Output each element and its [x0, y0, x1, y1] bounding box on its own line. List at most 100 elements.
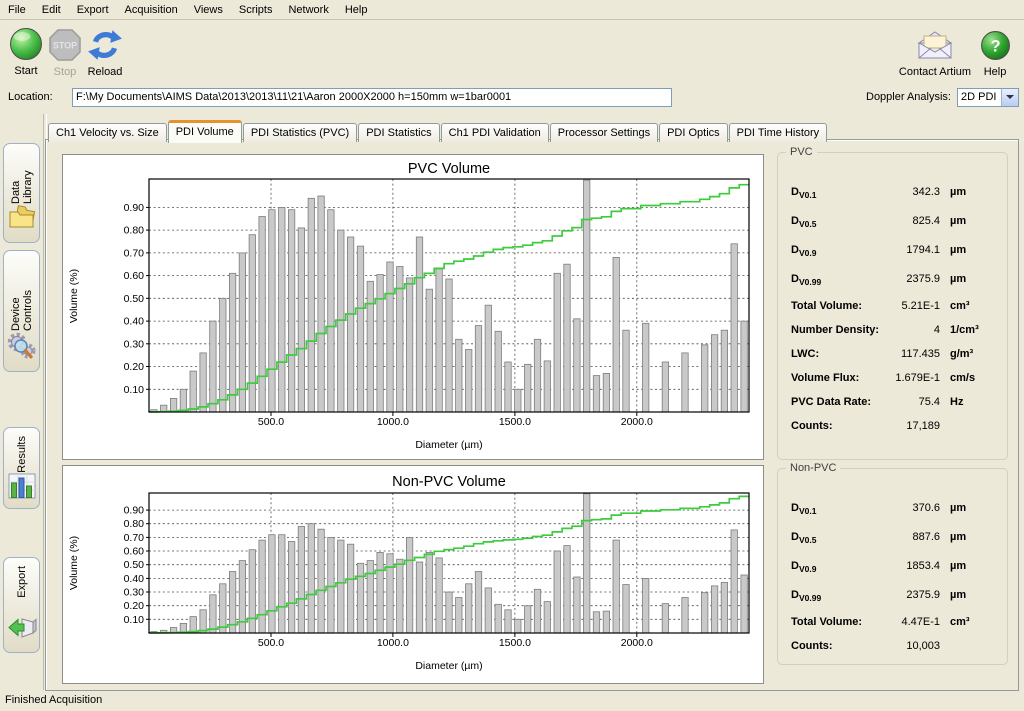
sidebar-item-device-controls[interactable]: Device Controls [3, 250, 40, 372]
chevron-down-icon[interactable] [1001, 89, 1018, 106]
svg-text:2000.0: 2000.0 [621, 637, 653, 649]
help-icon: ? [980, 26, 1011, 64]
stat-row: Total Volume:5.21E-1cm³ [778, 294, 1007, 318]
location-path: F:\My Documents\AIMS Data\2013\2013\11\2… [76, 91, 511, 103]
stat-value: 4.47E-1 [840, 610, 940, 634]
svg-text:0.10: 0.10 [124, 614, 145, 626]
tab-strip: Ch1 Velocity vs. SizePDI VolumePDI Stati… [48, 119, 828, 140]
pvc-stats-list: DV0.1342.3µmDV0.5825.4µmDV0.91794.1µmDV0… [778, 153, 1007, 438]
menu-item-help[interactable]: Help [337, 1, 376, 18]
chart-title: PVC Volume [408, 161, 490, 177]
stat-unit: µm [950, 494, 966, 523]
stat-label: DV0.1 [791, 494, 816, 526]
stop-icon: STOP [48, 26, 82, 64]
tab-pdi-optics[interactable]: PDI Optics [659, 123, 728, 142]
tab-pdi-time-history[interactable]: PDI Time History [729, 123, 828, 142]
stat-unit: cm³ [950, 294, 970, 318]
stat-value: 4 [840, 318, 940, 342]
reload-button-label: Reload [88, 66, 123, 78]
pvc-volume-chart: 0.100.200.300.400.500.600.700.800.90500.… [62, 154, 764, 460]
tab-ch1-velocity-vs-size[interactable]: Ch1 Velocity vs. Size [48, 123, 167, 142]
menu-item-scripts[interactable]: Scripts [231, 1, 281, 18]
tab-pdi-statistics-pvc[interactable]: PDI Statistics (PVC) [243, 123, 357, 142]
sidebar-item-label: Data Library [10, 152, 34, 204]
svg-text:500.0: 500.0 [258, 416, 284, 428]
location-row: Location: F:\My Documents\AIMS Data\2013… [0, 86, 1024, 112]
y-axis-label: Volume (%) [68, 269, 80, 323]
menu-bar: FileEditExportAcquisitionViewsScriptsNet… [0, 0, 1024, 20]
stat-value: 2375.9 [840, 581, 940, 610]
tab-page-pdi-volume: 0.100.200.300.400.500.600.700.800.90500.… [45, 139, 1019, 691]
stat-label: Counts: [791, 634, 833, 658]
menu-item-export[interactable]: Export [69, 1, 117, 18]
stat-row: Counts: 10,003 [778, 634, 1007, 658]
svg-text:0.60: 0.60 [124, 270, 145, 282]
location-input[interactable]: F:\My Documents\AIMS Data\2013\2013\11\2… [72, 88, 672, 107]
tab-processor-settings[interactable]: Processor Settings [550, 123, 658, 142]
menu-item-network[interactable]: Network [280, 1, 336, 18]
reload-button[interactable]: Reload [86, 26, 124, 78]
tab-ch1-pdi-validation[interactable]: Ch1 PDI Validation [441, 123, 549, 142]
svg-text:0.50: 0.50 [124, 559, 145, 571]
help-button[interactable]: ? Help [978, 26, 1012, 78]
envelope-icon [916, 26, 954, 64]
application-window: FileEditExportAcquisitionViewsScriptsNet… [0, 0, 1024, 711]
stat-row: DV0.5825.4µm [778, 207, 1007, 236]
stat-row: PVC Data Rate:75.4Hz [778, 390, 1007, 414]
menu-item-file[interactable]: File [0, 1, 34, 18]
stat-value: 117.435 [840, 342, 940, 366]
stat-row: Number Density:41/cm³ [778, 318, 1007, 342]
svg-text:2000.0: 2000.0 [621, 416, 653, 428]
stat-value: 825.4 [840, 207, 940, 236]
svg-text:500.0: 500.0 [258, 637, 284, 649]
svg-text:0.40: 0.40 [124, 573, 145, 585]
histogram-bars [151, 180, 748, 412]
start-icon [8, 25, 44, 63]
svg-text:0.10: 0.10 [124, 384, 145, 396]
contact-artium-button[interactable]: Contact Artium [896, 26, 974, 78]
svg-text:1000.0: 1000.0 [377, 637, 409, 649]
results-icon [8, 473, 36, 504]
svg-text:0.40: 0.40 [124, 316, 145, 328]
stat-label: LWC: [791, 342, 819, 366]
stat-label: Counts: [791, 414, 833, 438]
stat-unit: 1/cm³ [950, 318, 979, 342]
stat-value: 342.3 [840, 178, 940, 207]
stat-row: DV0.1370.6µm [778, 494, 1007, 523]
stat-value: 1853.4 [840, 552, 940, 581]
stat-row: DV0.992375.9µm [778, 581, 1007, 610]
menu-item-views[interactable]: Views [186, 1, 231, 18]
stat-unit: µm [950, 265, 966, 294]
doppler-analysis-value: 2D PDI [961, 91, 996, 103]
stat-value: 1794.1 [840, 236, 940, 265]
doppler-analysis-select[interactable]: 2D PDI [957, 88, 1019, 107]
stat-value: 887.6 [840, 523, 940, 552]
sidebar-item-export[interactable]: Export [3, 557, 40, 653]
stat-label: DV0.9 [791, 236, 816, 268]
stat-row: Total Volume:4.47E-1cm³ [778, 610, 1007, 634]
start-button-label: Start [14, 65, 37, 77]
menu-item-acquisition[interactable]: Acquisition [117, 1, 186, 18]
y-axis-label: Volume (%) [68, 536, 80, 590]
stat-value: 17,189 [840, 414, 940, 438]
start-button[interactable]: Start [8, 25, 44, 77]
reload-icon [86, 26, 124, 64]
svg-text:1500.0: 1500.0 [499, 416, 531, 428]
stat-label: DV0.1 [791, 178, 816, 210]
stat-value: 75.4 [840, 390, 940, 414]
stat-unit: µm [950, 236, 966, 265]
stat-row: Counts: 17,189 [778, 414, 1007, 438]
status-text: Finished Acquisition [5, 694, 102, 706]
sidebar-item-data-library[interactable]: Data Library [3, 143, 40, 243]
menu-item-edit[interactable]: Edit [34, 1, 69, 18]
stat-row: DV0.5887.6µm [778, 523, 1007, 552]
svg-text:0.80: 0.80 [124, 518, 145, 530]
sidebar-item-results[interactable]: Results [3, 427, 40, 509]
export-icon [7, 614, 37, 646]
tab-pdi-volume[interactable]: PDI Volume [168, 120, 242, 143]
stat-label: DV0.99 [791, 581, 821, 613]
stat-value: 10,003 [840, 634, 940, 658]
tab-pdi-statistics[interactable]: PDI Statistics [358, 123, 439, 142]
svg-text:0.20: 0.20 [124, 361, 145, 373]
stop-button: STOP Stop [48, 26, 82, 78]
